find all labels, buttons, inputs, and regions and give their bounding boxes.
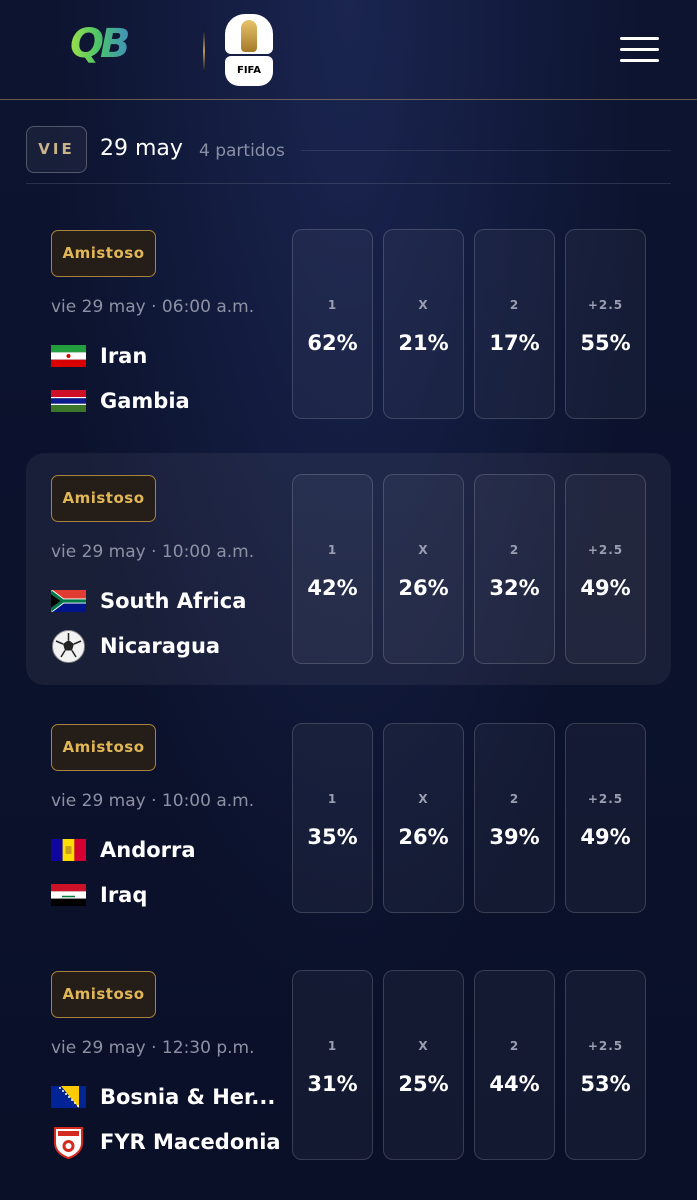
odds-home-box[interactable]: 1 42% xyxy=(292,474,373,664)
team-name: Bosnia & Her... xyxy=(100,1085,276,1109)
date-group-header: VIE 29 may 4 partidos xyxy=(26,126,671,184)
odds-label: 2 xyxy=(509,1039,520,1053)
logo-divider xyxy=(203,30,205,72)
odds-draw-box[interactable]: X 25% xyxy=(383,970,464,1160)
odds-away-box[interactable]: 2 39% xyxy=(474,723,555,913)
odds-draw-box[interactable]: X 26% xyxy=(383,474,464,664)
macedonia-fa-crest-icon xyxy=(51,1127,86,1160)
iraq-flag-icon xyxy=(51,884,86,906)
odds-label: 2 xyxy=(509,543,520,557)
fifa-logo-text: FIFA xyxy=(225,56,273,86)
world-cup-logo[interactable]: FIFA xyxy=(225,14,273,86)
home-team[interactable]: Bosnia & Her... xyxy=(51,1083,301,1111)
odds-over-2-5-box[interactable]: +2.5 55% xyxy=(565,229,646,419)
home-team[interactable]: South Africa xyxy=(49,587,301,615)
odds-label: X xyxy=(418,1039,429,1053)
match-time: vie 29 may · 12:30 p.m. xyxy=(51,1038,255,1058)
match-time: vie 29 may · 06:00 a.m. xyxy=(51,297,255,317)
iran-flag-icon xyxy=(51,345,86,367)
odds-over-2-5-box[interactable]: +2.5 53% xyxy=(565,970,646,1160)
odds-home-box[interactable]: 1 31% xyxy=(292,970,373,1160)
hamburger-menu-icon[interactable] xyxy=(620,37,659,63)
odds-percentage: 49% xyxy=(580,576,631,600)
odds-percentage: 26% xyxy=(398,576,449,600)
match-type-badge: Amistoso xyxy=(51,475,156,522)
odds-draw-box[interactable]: X 21% xyxy=(383,229,464,419)
odds-label: X xyxy=(418,543,429,557)
match-count: 4 partidos xyxy=(199,141,285,161)
away-team[interactable]: Nicaragua xyxy=(51,630,301,663)
trophy-icon xyxy=(241,20,257,52)
south-africa-flag-icon xyxy=(49,590,86,612)
odds-label: +2.5 xyxy=(587,1039,624,1053)
home-team[interactable]: Andorra xyxy=(51,836,301,864)
odds-label: X xyxy=(418,298,429,312)
odds-away-box[interactable]: 2 44% xyxy=(474,970,555,1160)
odds-percentage: 32% xyxy=(489,576,540,600)
match-card[interactable]: Amistoso vie 29 may · 10:00 a.m. Andorra … xyxy=(26,702,671,934)
match-card[interactable]: Amistoso vie 29 may · 12:30 p.m. Bosnia &… xyxy=(26,949,671,1181)
team-name: Gambia xyxy=(100,389,190,413)
odds-percentage: 35% xyxy=(307,825,358,849)
odds-percentage: 42% xyxy=(307,576,358,600)
team-name: Andorra xyxy=(100,838,196,862)
odds-label: 1 xyxy=(327,792,338,806)
odds-percentage: 25% xyxy=(398,1072,449,1096)
match-type-badge: Amistoso xyxy=(51,724,156,771)
odds-label: +2.5 xyxy=(587,298,624,312)
odds-label: 1 xyxy=(327,543,338,557)
away-team[interactable]: FYR Macedonia xyxy=(51,1127,301,1160)
odds-home-box[interactable]: 1 62% xyxy=(292,229,373,419)
day-badge: VIE xyxy=(26,126,87,173)
gambia-flag-icon xyxy=(51,390,86,412)
odds-percentage: 44% xyxy=(489,1072,540,1096)
match-type-badge: Amistoso xyxy=(51,971,156,1018)
odds-draw-box[interactable]: X 26% xyxy=(383,723,464,913)
odds-over-2-5-box[interactable]: +2.5 49% xyxy=(565,723,646,913)
odds-label: +2.5 xyxy=(587,792,624,806)
team-name: Iran xyxy=(100,344,148,368)
odds-label: 1 xyxy=(327,298,338,312)
odds-away-box[interactable]: 2 17% xyxy=(474,229,555,419)
odds-percentage: 17% xyxy=(489,331,540,355)
odds-percentage: 62% xyxy=(307,331,358,355)
odds-percentage: 31% xyxy=(307,1072,358,1096)
odds-label: X xyxy=(418,792,429,806)
andorra-flag-icon xyxy=(51,839,86,861)
match-time: vie 29 may · 10:00 a.m. xyxy=(51,791,255,811)
odds-percentage: 55% xyxy=(580,331,631,355)
match-card[interactable]: Amistoso vie 29 may · 10:00 a.m. South Af… xyxy=(26,453,671,685)
odds-label: 1 xyxy=(327,1039,338,1053)
odds-percentage: 21% xyxy=(398,331,449,355)
odds-percentage: 39% xyxy=(489,825,540,849)
odds-label: 2 xyxy=(509,792,520,806)
divider-line xyxy=(301,150,671,151)
date-label: 29 may xyxy=(100,136,183,161)
odds-away-box[interactable]: 2 32% xyxy=(474,474,555,664)
odds-label: +2.5 xyxy=(587,543,624,557)
match-time: vie 29 may · 10:00 a.m. xyxy=(51,542,255,562)
team-name: FYR Macedonia xyxy=(100,1130,281,1154)
match-card[interactable]: Amistoso vie 29 may · 06:00 a.m. Iran Gam… xyxy=(26,208,671,440)
team-name: Nicaragua xyxy=(100,634,221,658)
odds-label: 2 xyxy=(509,298,520,312)
away-team[interactable]: Iraq xyxy=(51,881,301,909)
match-type-badge: Amistoso xyxy=(51,230,156,277)
soccer-ball-icon xyxy=(51,630,86,663)
top-header: QB FIFA xyxy=(0,0,697,100)
odds-over-2-5-box[interactable]: +2.5 49% xyxy=(565,474,646,664)
team-name: Iraq xyxy=(100,883,148,907)
qb-logo[interactable]: QB xyxy=(70,22,142,66)
team-name: South Africa xyxy=(100,589,247,613)
odds-percentage: 49% xyxy=(580,825,631,849)
away-team[interactable]: Gambia xyxy=(51,387,301,415)
bosnia-flag-icon xyxy=(51,1086,86,1108)
odds-percentage: 26% xyxy=(398,825,449,849)
home-team[interactable]: Iran xyxy=(51,342,301,370)
odds-home-box[interactable]: 1 35% xyxy=(292,723,373,913)
odds-percentage: 53% xyxy=(580,1072,631,1096)
